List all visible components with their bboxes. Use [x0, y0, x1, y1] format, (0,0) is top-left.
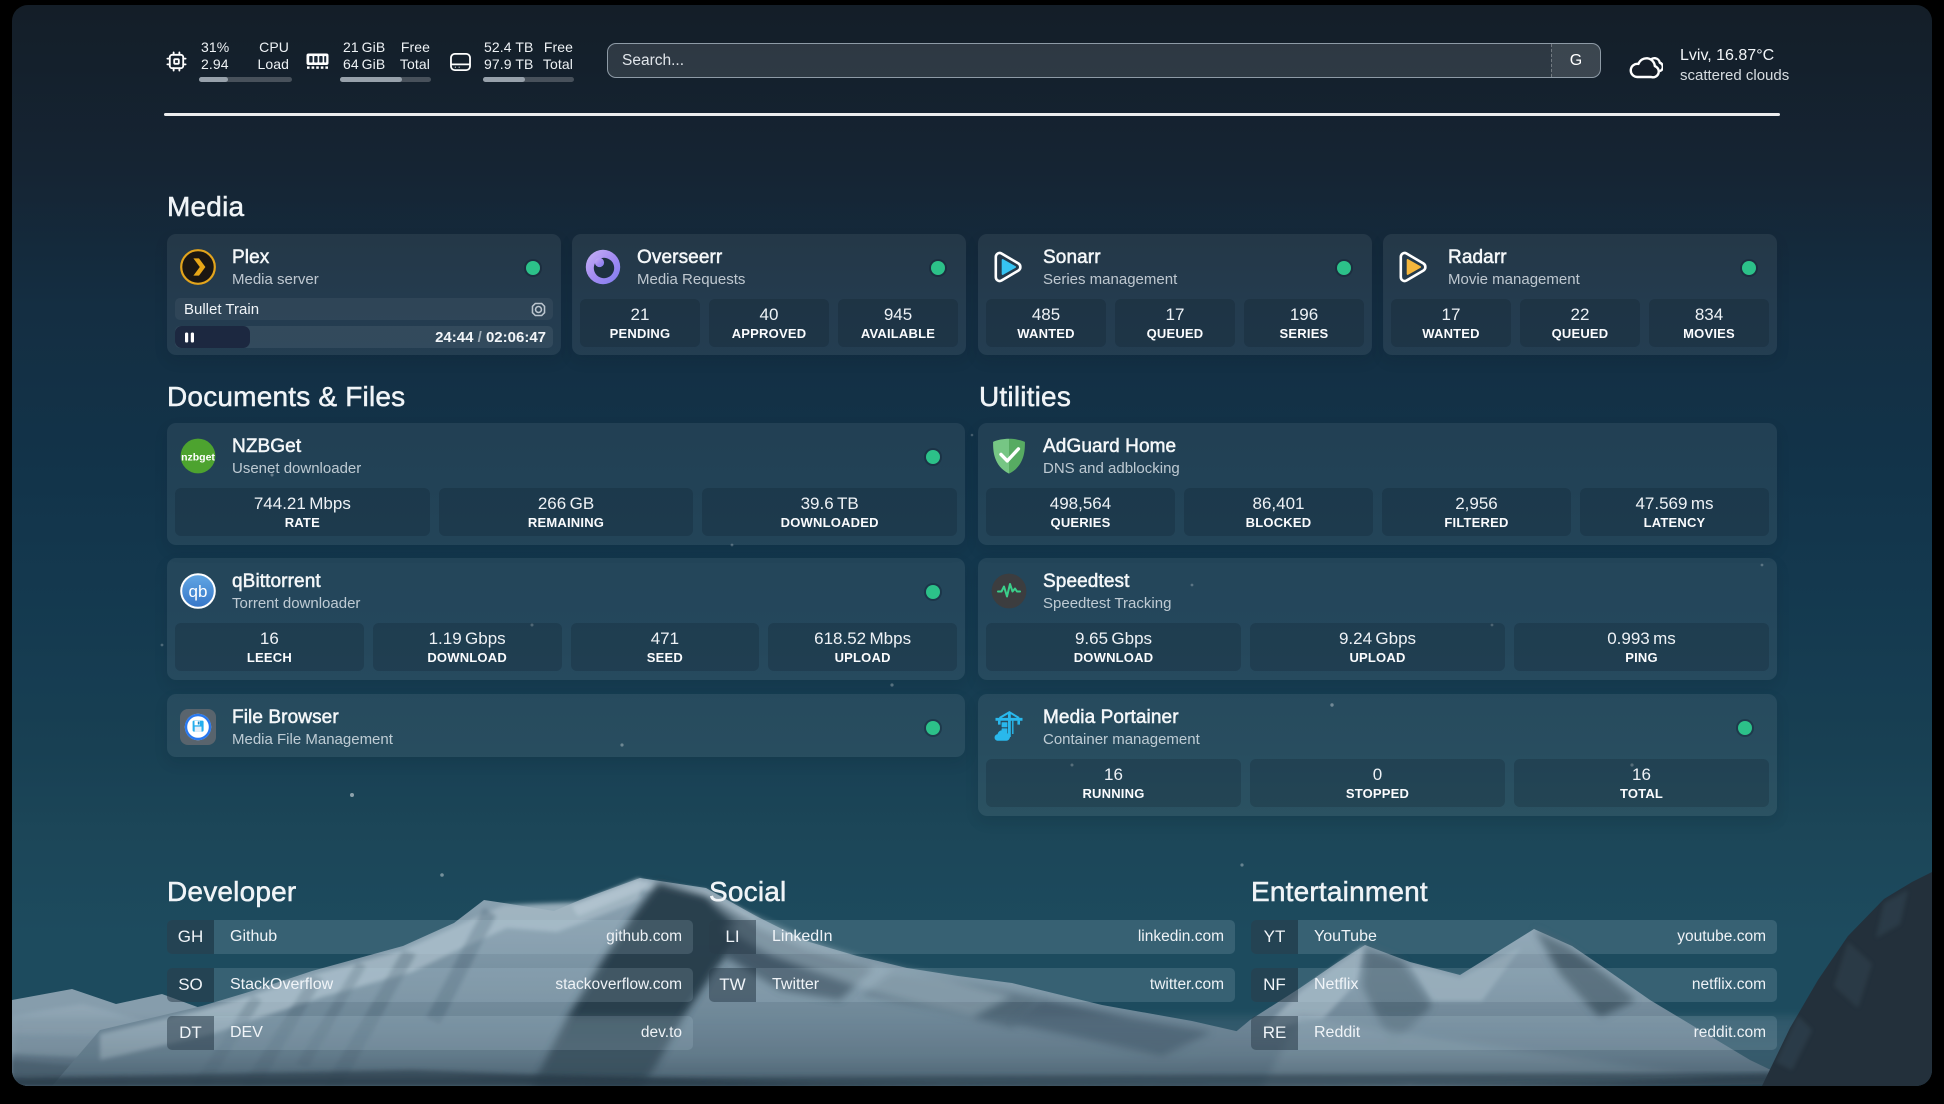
svg-text:qb: qb [189, 582, 208, 601]
svg-text:nzbget: nzbget [181, 452, 215, 464]
